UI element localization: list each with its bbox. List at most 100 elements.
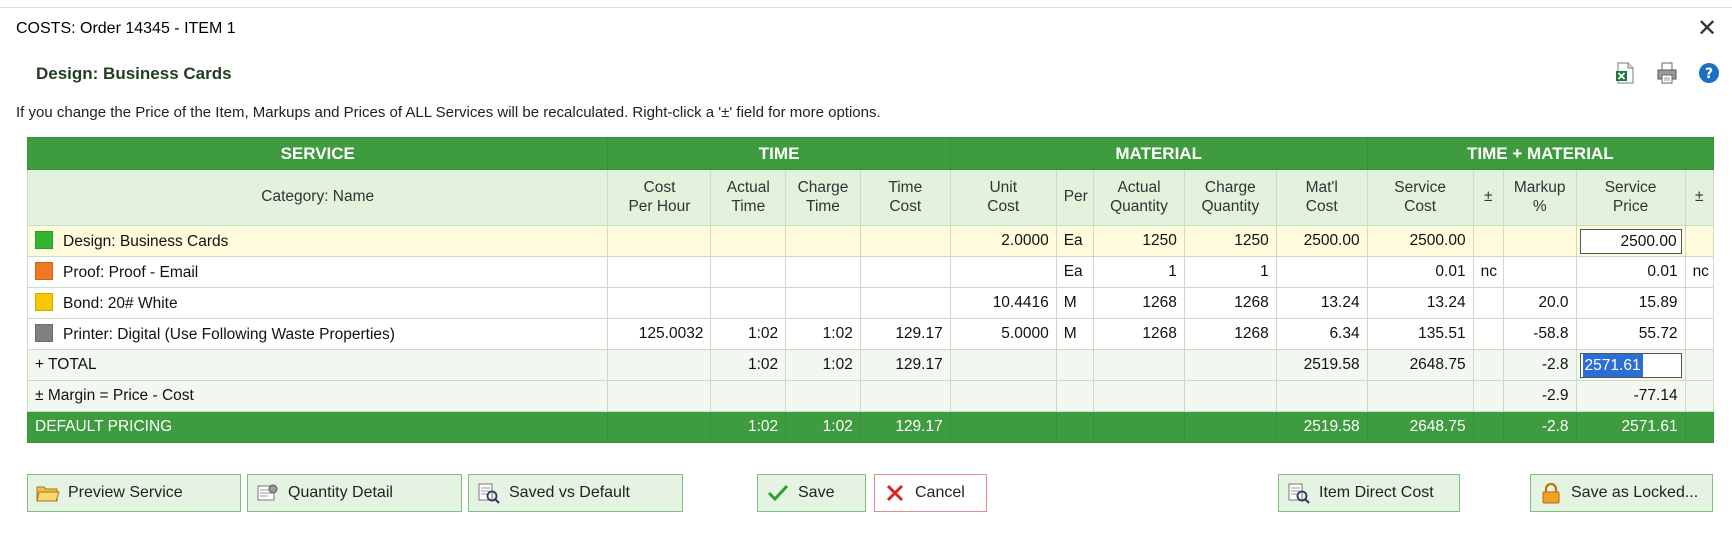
- unit-cost-cell[interactable]: 10.4416: [949, 287, 1057, 319]
- close-button[interactable]: ✕: [1692, 14, 1722, 44]
- print-icon[interactable]: [1654, 60, 1680, 86]
- service-cost-cell: 135.51: [1366, 318, 1474, 350]
- service-name-cell[interactable]: Proof: Proof - Email: [26, 256, 609, 288]
- close-x-icon: [883, 481, 907, 505]
- service-name-cell[interactable]: Design: Business Cards: [26, 225, 609, 257]
- service-name-cell[interactable]: Printer: Digital (Use Following Waste Pr…: [26, 318, 609, 350]
- total-charge-time: 1:02: [785, 349, 861, 381]
- service-price-cell[interactable]: 15.89: [1575, 287, 1686, 319]
- column-header-row: Category: Name Cost Per Hour Actual Time C…: [26, 169, 1715, 226]
- charge-time-cell[interactable]: [785, 287, 861, 319]
- page-title: Design: Business Cards: [36, 64, 232, 83]
- plus-minus-cell-2[interactable]: [1684, 287, 1715, 319]
- header-toolbar: ?: [1612, 60, 1722, 86]
- total-service-price-input[interactable]: 2571.61: [1579, 352, 1682, 378]
- service-price-cell[interactable]: 55.72: [1575, 318, 1686, 350]
- preview-service-button[interactable]: Preview Service: [27, 474, 241, 512]
- charge-quantity-cell[interactable]: 1268: [1183, 287, 1277, 319]
- markup-cell[interactable]: [1502, 225, 1577, 257]
- service-price-cell[interactable]: 0.01: [1575, 256, 1686, 288]
- cost-per-hour-cell[interactable]: 125.0032: [607, 318, 712, 350]
- per-cell: M: [1055, 318, 1095, 350]
- quantity-detail-icon: [256, 481, 280, 505]
- save-as-locked-button[interactable]: Save as Locked...: [1530, 474, 1713, 512]
- cost-per-hour-cell[interactable]: [607, 287, 712, 319]
- charge-time-cell[interactable]: [785, 225, 861, 257]
- actual-time-cell[interactable]: [710, 225, 787, 257]
- service-name-cell[interactable]: Bond: 20# White: [26, 287, 609, 319]
- table-row[interactable]: Bond: 20# White 10.4416 M 1268 1268 13.2…: [26, 287, 1715, 319]
- total-markup[interactable]: -2.8: [1502, 349, 1577, 381]
- saved-vs-default-button[interactable]: Saved vs Default: [468, 474, 683, 512]
- plus-minus-cell-1[interactable]: [1472, 225, 1504, 257]
- info-text: If you change the Price of the Item, Mar…: [16, 104, 881, 121]
- col-header-service-price: Service Price: [1575, 169, 1686, 226]
- markup-cell[interactable]: 20.0: [1502, 287, 1577, 319]
- charge-quantity-cell[interactable]: 1268: [1183, 318, 1277, 350]
- total-actual-time: 1:02: [710, 349, 787, 381]
- charge-time-cell[interactable]: 1:02: [785, 318, 861, 350]
- material-cost-cell: 2500.00: [1275, 225, 1368, 257]
- plus-minus-cell-1[interactable]: [1472, 318, 1504, 350]
- help-icon[interactable]: ?: [1696, 60, 1722, 86]
- group-header-time-material: TIME + MATERIAL: [1366, 137, 1715, 170]
- charge-time-cell[interactable]: [785, 256, 861, 288]
- total-time-cost: 129.17: [859, 349, 951, 381]
- col-header-per: Per: [1055, 169, 1095, 226]
- excel-export-icon[interactable]: [1612, 60, 1638, 86]
- total-service-price-cell[interactable]: 2571.61: [1575, 349, 1686, 381]
- material-cost-cell: 6.34: [1275, 318, 1368, 350]
- charge-quantity-cell[interactable]: 1250: [1183, 225, 1277, 257]
- actual-quantity-cell[interactable]: 1268: [1093, 318, 1185, 350]
- table-row[interactable]: Design: Business Cards 2.0000 Ea 1250 12…: [26, 225, 1715, 257]
- cost-per-hour-cell[interactable]: [607, 225, 712, 257]
- unit-cost-cell[interactable]: [949, 256, 1057, 288]
- direct-cost-icon: [1287, 481, 1311, 505]
- actual-time-cell[interactable]: [710, 256, 787, 288]
- quantity-detail-button[interactable]: Quantity Detail: [247, 474, 462, 512]
- time-cost-cell: [859, 287, 951, 319]
- unit-cost-cell[interactable]: 5.0000: [949, 318, 1057, 350]
- markup-cell[interactable]: [1502, 256, 1577, 288]
- plus-minus-cell-1[interactable]: [1472, 287, 1504, 319]
- material-cost-cell: [1275, 256, 1368, 288]
- group-header-time: TIME: [607, 137, 951, 170]
- col-header-material-cost: Mat'l Cost: [1275, 169, 1368, 226]
- markup-cell[interactable]: -58.8: [1502, 318, 1577, 350]
- total-label: + TOTAL: [26, 349, 609, 381]
- open-folder-icon: [36, 481, 60, 505]
- svg-text:?: ?: [1705, 66, 1713, 82]
- plus-minus-cell-1[interactable]: nc: [1472, 256, 1504, 288]
- checkmark-icon: [766, 481, 790, 505]
- per-cell: Ea: [1055, 256, 1095, 288]
- time-cost-cell: [859, 225, 951, 257]
- item-direct-cost-button[interactable]: Item Direct Cost: [1278, 474, 1460, 512]
- col-header-unit-cost: Unit Cost: [949, 169, 1057, 226]
- unit-cost-cell[interactable]: 2.0000: [949, 225, 1057, 257]
- material-cost-cell: 13.24: [1275, 287, 1368, 319]
- per-cell: Ea: [1055, 225, 1095, 257]
- group-header-row: SERVICE TIME MATERIAL TIME + MATERIAL: [26, 137, 1715, 170]
- col-header-markup: Markup%: [1502, 169, 1577, 226]
- default-time-cost: 129.17: [859, 411, 951, 443]
- table-row[interactable]: Proof: Proof - Email Ea 1 1 0.01 nc 0.01…: [26, 256, 1715, 288]
- actual-quantity-cell[interactable]: 1268: [1093, 287, 1185, 319]
- plus-minus-cell-2[interactable]: nc: [1684, 256, 1715, 288]
- margin-row: ± Margin = Price - Cost -2.9 -77.14: [26, 380, 1715, 412]
- category-color-swatch: [35, 262, 53, 280]
- actual-quantity-cell[interactable]: 1250: [1093, 225, 1185, 257]
- actual-quantity-cell[interactable]: 1: [1093, 256, 1185, 288]
- table-row[interactable]: Printer: Digital (Use Following Waste Pr…: [26, 318, 1715, 350]
- service-price-cell[interactable]: 2500.00: [1575, 225, 1686, 257]
- plus-minus-cell-2[interactable]: [1684, 318, 1715, 350]
- actual-time-cell[interactable]: [710, 287, 787, 319]
- save-button[interactable]: Save: [757, 474, 866, 512]
- charge-quantity-cell[interactable]: 1: [1183, 256, 1277, 288]
- cost-per-hour-cell[interactable]: [607, 256, 712, 288]
- service-price-input[interactable]: 2500.00: [1579, 228, 1682, 254]
- actual-time-cell[interactable]: 1:02: [710, 318, 787, 350]
- cancel-button[interactable]: Cancel: [874, 474, 987, 512]
- plus-minus-cell-2[interactable]: [1684, 225, 1715, 257]
- total-material-cost: 2519.58: [1275, 349, 1368, 381]
- col-header-charge-time: Charge Time: [785, 169, 861, 226]
